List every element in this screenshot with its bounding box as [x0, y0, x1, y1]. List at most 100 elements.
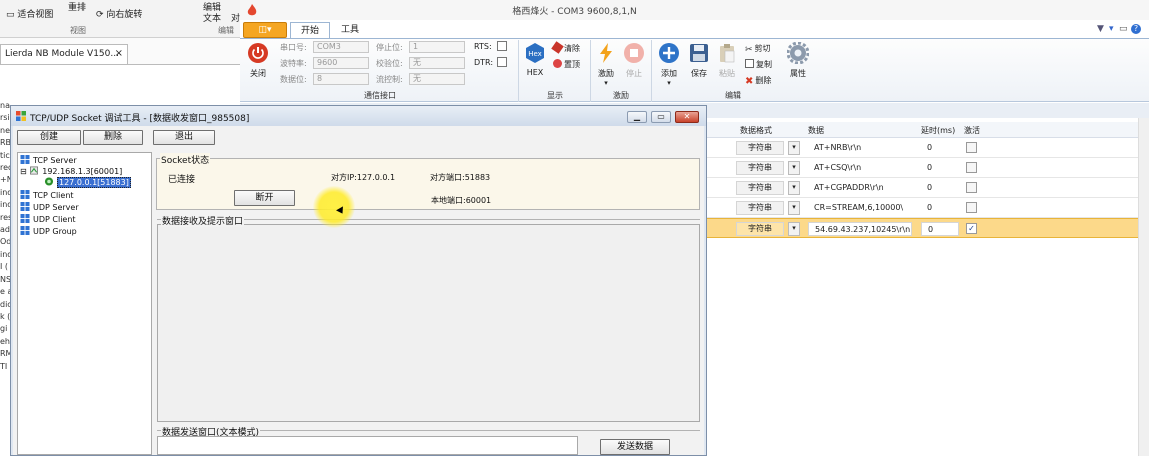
eraser-icon [551, 41, 564, 54]
chevron-down-icon[interactable]: ▾ [788, 181, 800, 195]
close-port-button[interactable]: 关闭 [244, 42, 272, 79]
format-cell[interactable]: 字符串 [736, 141, 784, 155]
chevron-down-icon[interactable]: ▾ [788, 141, 800, 155]
stopbits-select[interactable]: 1 [409, 41, 465, 53]
table-row-selected[interactable]: 字符串 ▾ 54.69.43.237,10245\r\n 0 ✓ [706, 218, 1149, 238]
add-dropdown-icon[interactable]: ▾ [656, 79, 682, 87]
send-textarea[interactable] [157, 436, 578, 455]
rts-checkbox[interactable] [497, 41, 507, 51]
delete-button[interactable]: 删除 [83, 130, 143, 145]
tab-start[interactable]: 开始 [290, 22, 330, 39]
paste-button[interactable]: 粘贴 [714, 42, 740, 79]
delete-button[interactable]: ✖ 删除 [745, 75, 771, 87]
dropdown-icon[interactable]: ▾ [1109, 24, 1114, 34]
chevron-down-icon[interactable]: ▾ [788, 222, 800, 236]
command-grid-header: 数据格式 数据 延时(ms) 激活 [706, 122, 1149, 138]
dtr-checkbox[interactable] [497, 57, 507, 67]
active-checkbox[interactable] [966, 162, 977, 173]
app-menu-button[interactable]: ◫▾ [243, 22, 287, 38]
close-icon[interactable]: × [115, 48, 123, 59]
tab-tools[interactable]: 工具 [332, 22, 368, 39]
remote-ip: 对方IP:127.0.0.1 [331, 173, 396, 182]
exit-button[interactable]: 退出 [153, 130, 215, 145]
cut-button[interactable]: ✂ 剪切 [745, 43, 771, 55]
tree-item-udp-client[interactable]: UDP Client [20, 214, 76, 224]
chevron-down-icon[interactable]: ▾ [788, 161, 800, 175]
databits-select[interactable]: 8 [313, 73, 369, 85]
delay-cell[interactable]: 0 [921, 181, 959, 195]
socket-window-titlebar[interactable]: TCP/UDP Socket 调试工具 - [数据收发窗口_985508] ▁ … [11, 106, 706, 126]
tree-item-client-connection[interactable]: 127.0.0.1[51883] [44, 177, 131, 188]
active-checkbox[interactable] [966, 202, 977, 213]
serial-tool-title: 格西烽火 - COM3 9600,8,1,N [512, 7, 637, 17]
quick-access-icons: ▼ ▾ ▭ ? [1097, 24, 1149, 36]
socket-window-body: 创建 删除 退出 TCP Server ⊟ 192.168.1.3[60001] [13, 126, 704, 455]
chevron-down-icon[interactable]: ▾ [788, 201, 800, 215]
collapse-icon[interactable]: ⊟ [20, 167, 27, 176]
tree-item-udp-server[interactable]: UDP Server [20, 202, 79, 212]
data-cell[interactable]: AT+CSQ\r\n [808, 161, 912, 175]
receive-textarea[interactable] [157, 224, 700, 422]
active-checkbox[interactable]: ✓ [966, 223, 977, 234]
pin-top-button[interactable]: 置顶 [553, 59, 580, 70]
baud-select[interactable]: 9600 [313, 57, 369, 69]
data-cell[interactable]: AT+CGPADDR\r\n [808, 181, 912, 195]
grid-scrollbar[interactable] [1138, 118, 1149, 456]
format-cell[interactable]: 字符串 [736, 181, 784, 195]
close-button[interactable]: ✕ [675, 111, 699, 123]
group-label-edit: 编辑 [218, 26, 234, 35]
paste-icon [720, 44, 735, 63]
table-row[interactable]: 字符串 ▾ AT+NRB\r\n 0 [706, 138, 1149, 158]
stop-button[interactable]: 停止 [621, 42, 647, 79]
maximize-button[interactable]: ▭ [651, 111, 671, 123]
disconnect-button[interactable]: 断开 [234, 190, 295, 206]
delay-cell[interactable]: 0 [921, 161, 959, 175]
excite-button[interactable]: 激励 ▾ [593, 42, 619, 87]
create-button[interactable]: 创建 [17, 130, 81, 145]
delay-cell[interactable]: 0 [921, 141, 959, 155]
tree-item-tcp-server[interactable]: TCP Server [20, 155, 77, 165]
active-checkbox[interactable] [966, 182, 977, 193]
windows-logo-icon [20, 214, 30, 223]
port-select[interactable]: COM3 [313, 41, 369, 53]
maximize-icon: ▭ [657, 112, 665, 121]
help-icon[interactable]: ? [1131, 24, 1141, 34]
minimize-button[interactable]: ▁ [627, 111, 647, 123]
table-row[interactable]: 字符串 ▾ AT+CGPADDR\r\n 0 [706, 178, 1149, 198]
document-tab[interactable]: Lierda NB Module V150... × [0, 44, 128, 64]
table-row[interactable]: 字符串 ▾ AT+CSQ\r\n 0 [706, 158, 1149, 178]
clear-button[interactable]: 清除 [551, 41, 580, 54]
tree-item-tcp-client[interactable]: TCP Client [20, 190, 74, 200]
send-data-button[interactable]: 发送数据 [600, 439, 670, 455]
minimize-ribbon-icon[interactable]: ▭ [1119, 24, 1128, 34]
connection-status-icon [44, 177, 54, 186]
tree-item-server-node[interactable]: ⊟ 192.168.1.3[60001] [20, 166, 122, 176]
delay-cell[interactable]: 0 [921, 222, 959, 236]
save-button[interactable]: 保存 [686, 42, 712, 79]
format-cell[interactable]: 字符串 [736, 201, 784, 215]
scissors-icon: ✂ [745, 45, 753, 55]
table-row[interactable]: 字符串 ▾ CR=STREAM,6,10000\ 0 [706, 198, 1149, 218]
active-checkbox[interactable] [966, 142, 977, 153]
svg-text:Hex: Hex [528, 50, 542, 58]
excite-dropdown-icon[interactable]: ▾ [593, 79, 619, 87]
properties-button[interactable]: 属性 [785, 41, 811, 79]
windows-logo-icon [16, 111, 26, 121]
flow-select[interactable]: 无 [409, 73, 465, 85]
stop-icon [624, 43, 644, 63]
add-icon [659, 43, 679, 63]
format-cell[interactable]: 字符串 [736, 161, 784, 175]
minimize-icon: ▁ [633, 112, 641, 121]
copy-button[interactable]: 复制 [745, 59, 772, 70]
data-cell[interactable]: CR=STREAM,6,10000\ [808, 201, 912, 215]
tree-item-udp-group[interactable]: UDP Group [20, 226, 77, 236]
filter-icon[interactable]: ▼ [1097, 24, 1104, 34]
data-cell-editing[interactable]: 54.69.43.237,10245\r\n [808, 222, 912, 236]
hex-button[interactable]: Hex HEX [522, 42, 548, 77]
add-button[interactable]: 添加 ▾ [656, 42, 682, 87]
format-cell[interactable]: 字符串 [736, 222, 784, 236]
gear-icon [786, 41, 810, 65]
data-cell[interactable]: AT+NRB\r\n [808, 141, 912, 155]
delay-cell[interactable]: 0 [921, 201, 959, 215]
parity-select[interactable]: 无 [409, 57, 465, 69]
